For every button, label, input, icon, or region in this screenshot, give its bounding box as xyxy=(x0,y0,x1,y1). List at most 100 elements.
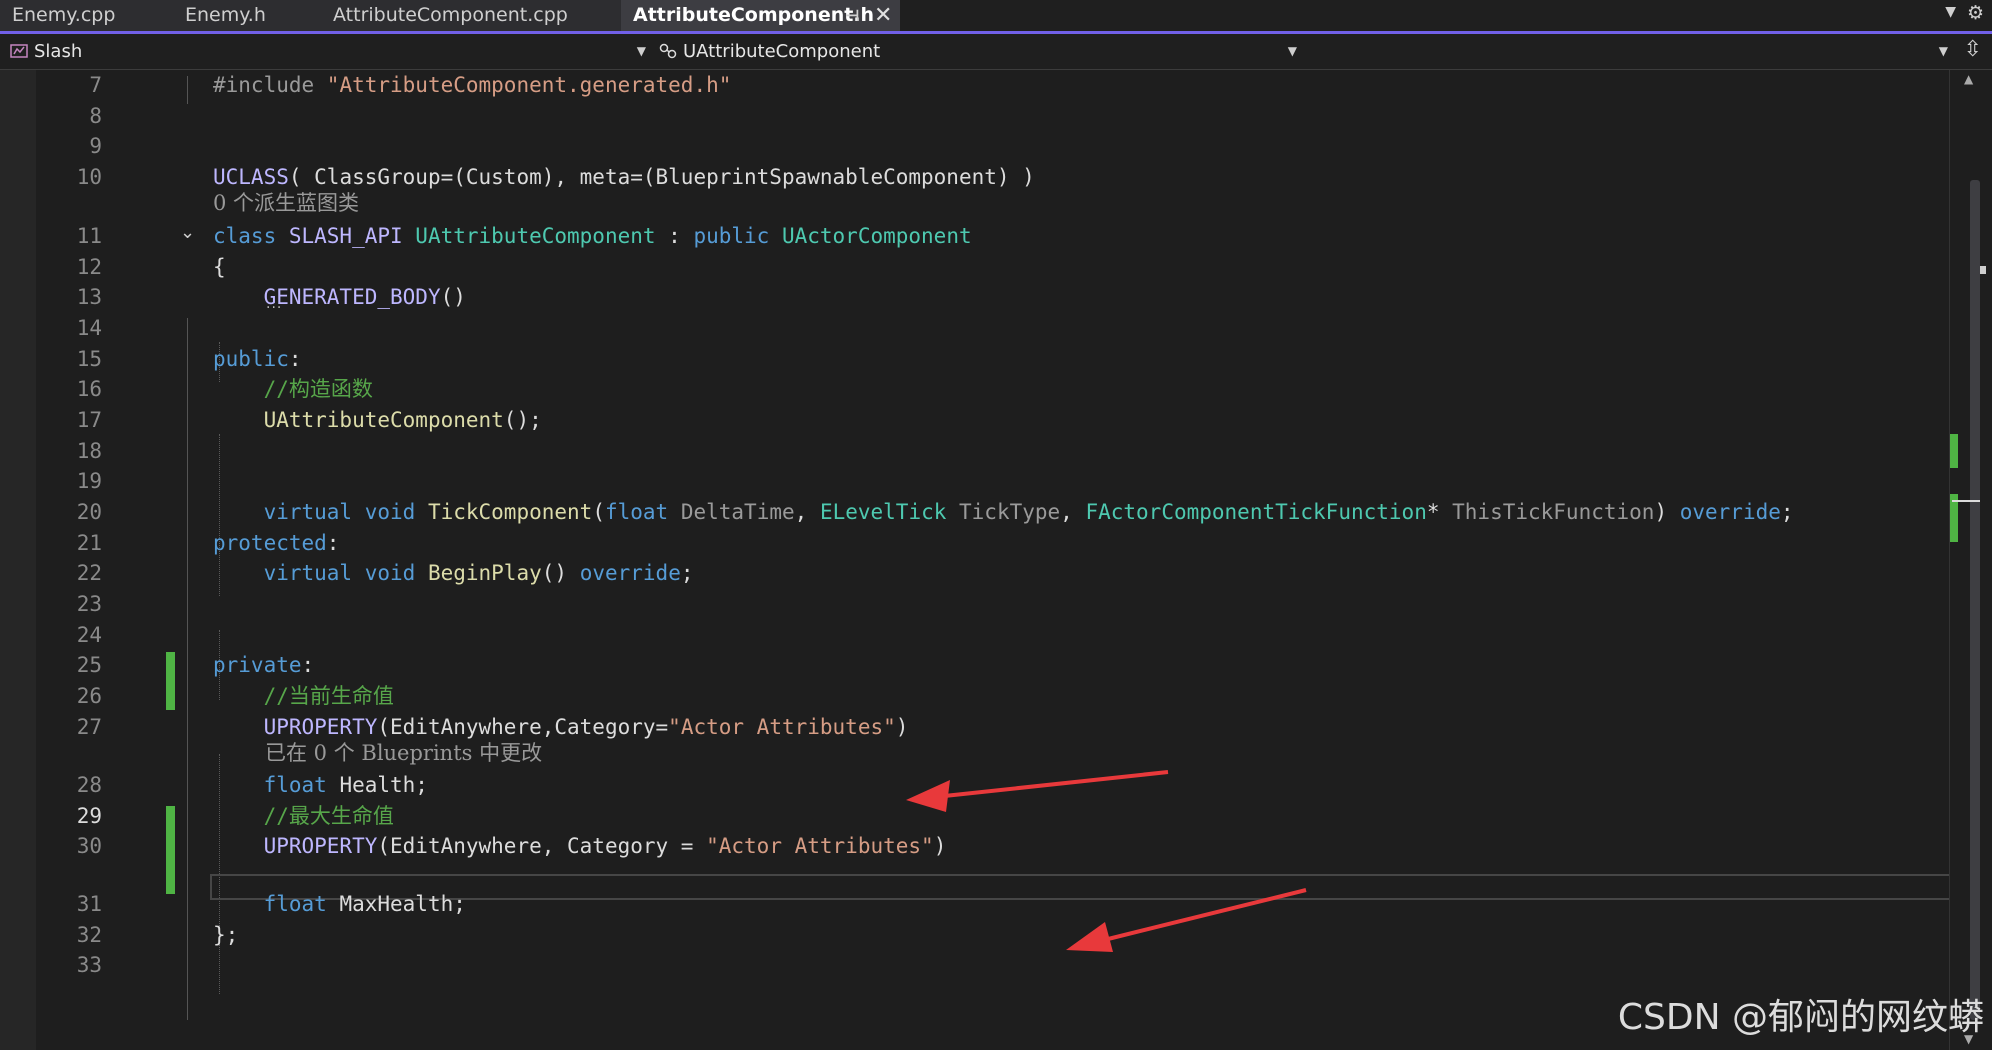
project-dropdown[interactable]: Slash ▼ xyxy=(2,38,652,65)
code-line: virtual void BeginPlay() override; xyxy=(213,558,694,588)
code-line: protected: xyxy=(213,528,339,558)
chevron-down-icon: ▼ xyxy=(1938,44,1948,58)
code-token: UAttributeComponent xyxy=(263,408,504,432)
code-token: ; xyxy=(1780,500,1794,524)
code-token: TickComponent xyxy=(427,500,593,524)
gear-icon[interactable]: ⚙ xyxy=(1967,2,1984,24)
editor-margin xyxy=(0,70,36,1050)
code-token: private xyxy=(213,653,302,677)
project-icon xyxy=(10,44,28,58)
caret-marker xyxy=(1952,500,1980,502)
code-token: protected xyxy=(213,531,327,555)
member-dropdown[interactable]: ▼ xyxy=(1306,38,1954,65)
code-token: UCLASS xyxy=(213,165,289,189)
code-line: UPROPERTY(EditAnywhere,Category="Actor A… xyxy=(213,712,909,742)
line-number: 26 xyxy=(76,684,102,708)
tab-attributecomponent-cpp[interactable]: AttributeComponent.cpp xyxy=(321,0,621,31)
line-number: 20 xyxy=(76,500,102,524)
tab-overflow-dropdown-icon[interactable]: ▼ xyxy=(1945,4,1956,20)
tab-enemy-h[interactable]: Enemy.h xyxy=(173,0,321,31)
code-token: () xyxy=(440,285,466,309)
code-token: virtual xyxy=(263,500,365,524)
split-window-icon[interactable]: ⇳ xyxy=(1964,37,1982,63)
scroll-up-icon[interactable]: ▲ xyxy=(1964,72,1973,86)
code-line: }; xyxy=(213,920,238,950)
code-editor[interactable]: ⌄ 7 8 9 10 11 12 13 14 15 16 17 18 19 20… xyxy=(0,70,1992,1050)
code-token: float xyxy=(604,500,681,524)
code-token: class xyxy=(213,224,289,248)
code-token: "Actor Attributes" xyxy=(706,834,934,858)
code-token: override xyxy=(1679,500,1781,524)
code-token: public xyxy=(213,347,289,371)
code-token: (EditAnywhere, Category = xyxy=(377,834,707,858)
code-token: : xyxy=(288,347,302,371)
code-token: FActorComponentTickFunction xyxy=(1085,500,1427,524)
code-token: ( xyxy=(288,165,315,189)
code-line: //最大生命值 xyxy=(213,801,394,831)
line-number: 13 xyxy=(76,285,102,309)
codelens-hint[interactable]: 0 个派生蓝图类 xyxy=(213,190,359,216)
vertical-scrollbar[interactable]: ▲ ▼ xyxy=(1949,70,1992,1050)
code-line: float Health; xyxy=(213,770,428,800)
code-token: "Actor Attributes" xyxy=(668,715,896,739)
line-number: 27 xyxy=(76,715,102,739)
code-token: ) xyxy=(895,715,909,739)
watermark: CSDN @郁闷的网纹蟒 xyxy=(1617,997,1984,1038)
code-token: //最大生命值 xyxy=(263,804,394,828)
pin-icon[interactable]: ⊣ xyxy=(845,0,860,31)
line-number: 30 xyxy=(76,834,102,858)
scope-name: UAttributeComponent xyxy=(683,41,881,62)
tab-label: AttributeComponent.cpp xyxy=(333,4,568,26)
line-number: 21 xyxy=(76,531,102,555)
change-marker xyxy=(1950,434,1958,468)
code-token: { xyxy=(213,255,226,279)
code-token: : xyxy=(655,224,694,248)
line-number: 14 xyxy=(76,316,102,340)
code-token: , xyxy=(794,500,820,524)
code-line: UCLASS( ClassGroup=(Custom), meta=(Bluep… xyxy=(213,162,1035,192)
code-token: UActorComponent xyxy=(781,224,972,248)
code-line: UAttributeComponent(); xyxy=(213,405,542,435)
line-number: 22 xyxy=(76,561,102,585)
collapse-chevron-icon[interactable]: ⌄ xyxy=(180,222,195,243)
line-number: 24 xyxy=(76,623,102,647)
close-icon[interactable]: ✕ xyxy=(874,0,892,31)
tab-label: Enemy.cpp xyxy=(12,4,116,26)
code-token: () xyxy=(541,561,580,585)
scope-dropdown[interactable]: UAttributeComponent ▼ xyxy=(655,38,1303,65)
code-token: BeginPlay xyxy=(427,561,542,585)
code-line: float MaxHealth; xyxy=(213,889,466,919)
code-line: UPROPERTY(EditAnywhere, Category = "Acto… xyxy=(213,831,947,861)
code-token: ) xyxy=(1654,500,1680,524)
chevron-down-icon: ▼ xyxy=(636,44,646,58)
code-token: : xyxy=(326,531,340,555)
code-token: DeltaTime xyxy=(680,500,795,524)
current-line-highlight xyxy=(210,874,1952,900)
code-token: void xyxy=(364,500,428,524)
scroll-position-marker xyxy=(1980,266,1986,274)
code-token: MaxHealth; xyxy=(339,892,466,916)
scrollbar-thumb[interactable] xyxy=(1970,180,1980,1020)
code-token: ( xyxy=(592,500,605,524)
code-token: TickType xyxy=(959,500,1061,524)
line-number: 16 xyxy=(76,377,102,401)
line-number: 7 xyxy=(89,73,102,97)
change-indicator xyxy=(166,806,175,894)
info-dots: ··· xyxy=(266,300,283,316)
outline-guide xyxy=(187,318,188,1020)
code-line: virtual void TickComponent(float DeltaTi… xyxy=(213,497,1794,527)
codelens-hint[interactable]: 已在 0 个 Blueprints 中更改 xyxy=(265,740,542,766)
code-line: #include "AttributeComponent.generated.h… xyxy=(213,70,731,100)
code-token: "AttributeComponent.generated.h" xyxy=(326,73,732,97)
code-token: * xyxy=(1426,500,1453,524)
code-token: ELevelTick xyxy=(819,500,960,524)
tab-enemy-cpp[interactable]: Enemy.cpp xyxy=(0,0,173,31)
outline-guide xyxy=(187,76,188,104)
line-number: 31 xyxy=(76,892,102,916)
tab-attributecomponent-h[interactable]: AttributeComponent.h ⊣ ✕ xyxy=(621,0,900,31)
line-number: 33 xyxy=(76,953,102,977)
